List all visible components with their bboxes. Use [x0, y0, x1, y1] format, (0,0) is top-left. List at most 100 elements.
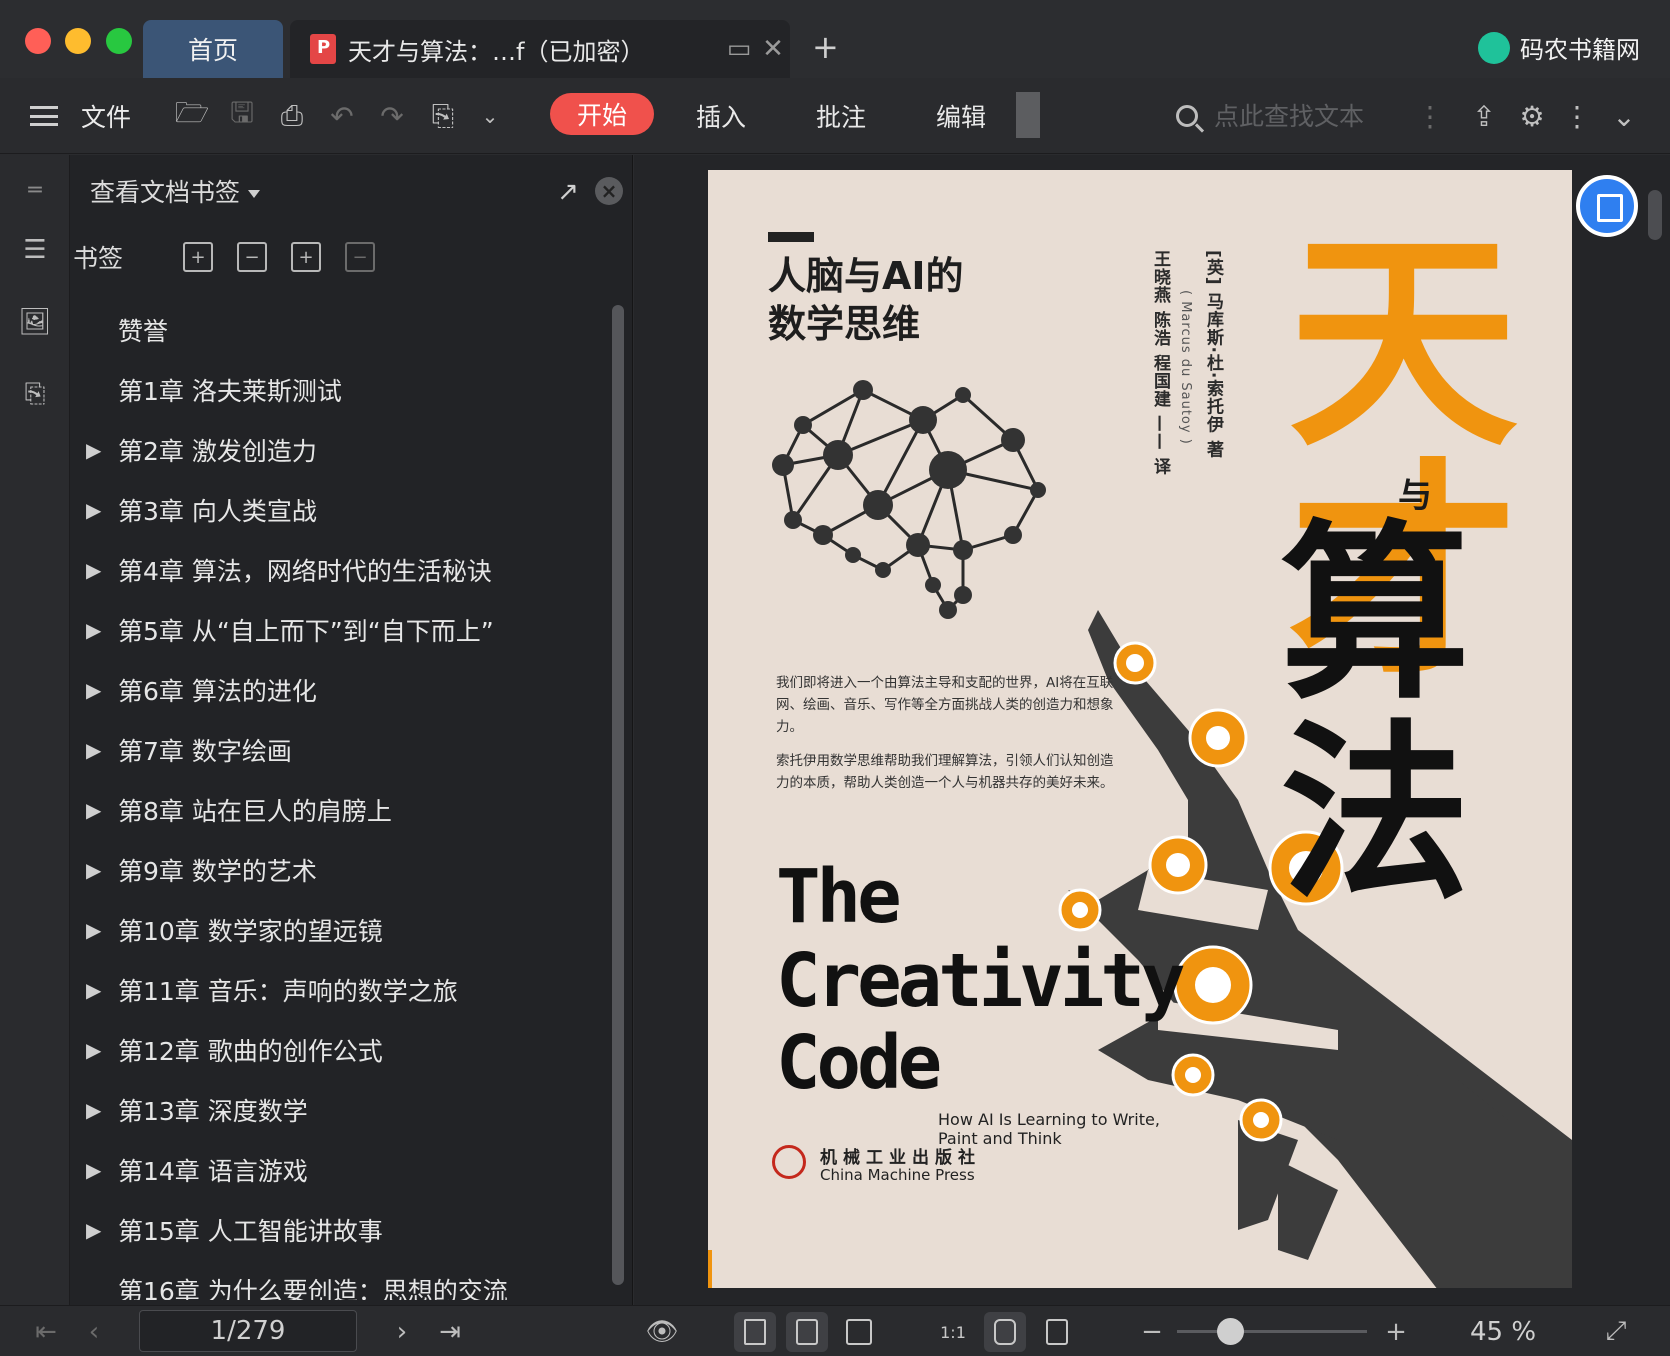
expand-arrow-icon[interactable]: ▶ [70, 798, 118, 822]
close-tab-icon[interactable]: ✕ [756, 34, 790, 64]
bookmark-item[interactable]: ▶ 第13章 深度数学 [70, 1080, 605, 1140]
bookmark-item[interactable]: ▶ 第9章 数学的艺术 [70, 840, 605, 900]
export-button[interactable]: ⎘ [422, 78, 464, 154]
last-page-button[interactable]: ⇥ [432, 1306, 468, 1356]
cover-author: [英] 马库斯·杜·索托伊 著 [1203, 250, 1223, 459]
expand-arrow-icon[interactable]: ▶ [70, 498, 118, 522]
tab-start[interactable]: 开始 [550, 93, 654, 135]
rail-thumbnails-button[interactable]: 🖼 [0, 297, 70, 347]
expand-arrow-icon[interactable]: ▶ [70, 738, 118, 762]
bookmark-item[interactable]: ▶ 第6章 算法的进化 [70, 660, 605, 720]
bookmark-item[interactable]: ▶ 第7章 数字绘画 [70, 720, 605, 780]
toolbar-overflow-handle[interactable] [1016, 92, 1040, 138]
bookmark-item[interactable]: ▶ 第11章 音乐：声响的数学之旅 [70, 960, 605, 1020]
bookmark-item[interactable]: ▶ 第15章 人工智能讲故事 [70, 1200, 605, 1260]
search-input[interactable] [1214, 101, 1394, 131]
brand-name: 码农书籍网 [1520, 36, 1640, 64]
settings-button[interactable]: ⚙ [1512, 78, 1552, 154]
tab-edit[interactable]: 编辑 [936, 78, 986, 154]
tab-annotate[interactable]: 批注 [816, 78, 866, 154]
zoom-in-button[interactable]: + [1378, 1306, 1414, 1356]
expand-arrow-icon[interactable]: ▶ [70, 1218, 118, 1242]
first-page-button[interactable]: ⇤ [28, 1306, 64, 1356]
bookmark-item[interactable]: 第1章 洛夫莱斯测试 [70, 360, 605, 420]
expand-arrow-icon[interactable]: ▶ [70, 558, 118, 582]
next-page-button[interactable]: › [384, 1306, 420, 1356]
collapse-toolbar-button[interactable]: ⌄ [1604, 78, 1644, 154]
image-icon: 🖼 [18, 307, 52, 337]
more-options-button[interactable]: ⋮ [1562, 78, 1592, 154]
search-box[interactable] [1176, 78, 1394, 154]
zoom-slider-handle[interactable] [1217, 1318, 1244, 1345]
file-menu[interactable]: 文件 [76, 78, 136, 154]
rail-collapse-button[interactable]: ═ [0, 165, 70, 215]
bookmark-item[interactable]: ▶ 第3章 向人类宣战 [70, 480, 605, 540]
document-view[interactable]: 人脑与AI的 数学思维 天才 与 算法 [英] 马库斯·杜·索托伊 著 (Ma… [634, 155, 1670, 1305]
expand-arrow-icon[interactable]: ▶ [70, 678, 118, 702]
bookmark-item[interactable]: ▶ 第4章 算法，网络时代的生活秘诀 [70, 540, 605, 600]
prev-page-button[interactable]: ‹ [76, 1306, 112, 1356]
close-panel-icon[interactable]: × [595, 177, 623, 205]
continuous-view-button[interactable] [734, 1312, 776, 1352]
bookmark-item[interactable]: ▶ 第2章 激发创造力 [70, 420, 605, 480]
expand-arrow-icon[interactable]: ▶ [70, 1158, 118, 1182]
eye-care-button[interactable]: 👁 [640, 1306, 684, 1356]
bookmark-item[interactable]: ▶ 第12章 歌曲的创作公式 [70, 1020, 605, 1080]
tab-insert[interactable]: 插入 [696, 78, 746, 154]
zoom-window-button[interactable] [106, 28, 132, 54]
convert-floating-button[interactable] [1576, 175, 1638, 237]
plus-icon: + [1385, 1316, 1407, 1347]
pop-out-icon[interactable]: ↗ [557, 177, 579, 207]
pdf-page[interactable]: 人脑与AI的 数学思维 天才 与 算法 [英] 马库斯·杜·索托伊 著 (Ma… [708, 170, 1572, 1288]
actual-size-button[interactable]: 1:1 [932, 1312, 974, 1352]
fit-page-button[interactable] [984, 1312, 1026, 1352]
zoom-slider[interactable] [1177, 1330, 1367, 1333]
save-button[interactable]: 🖫 [222, 78, 262, 154]
expand-all-icon[interactable]: + [183, 242, 213, 272]
bookmark-item[interactable]: ▶ 第14章 语言游戏 [70, 1140, 605, 1200]
expand-arrow-icon[interactable]: ▶ [70, 918, 118, 942]
tab-document[interactable]: 天才与算法：…f（已加密） ▭ ✕ [290, 20, 790, 78]
share-button[interactable]: ⇪ [1464, 78, 1504, 154]
close-window-button[interactable] [25, 28, 51, 54]
panel-title-dropdown[interactable]: 查看文档书签 [90, 173, 261, 209]
rail-annotations-button[interactable]: ⎘ [0, 369, 70, 419]
redo-button[interactable]: ↷ [372, 78, 412, 154]
new-tab-button[interactable]: + [812, 28, 839, 66]
bookmark-scroll-thumb[interactable] [612, 305, 624, 1285]
collapse-all-icon[interactable]: − [237, 242, 267, 272]
expand-arrow-icon[interactable]: ▶ [70, 438, 118, 462]
delete-bookmark-icon[interactable]: − [345, 242, 375, 272]
menu-button[interactable] [26, 78, 62, 154]
zoom-out-button[interactable]: − [1134, 1306, 1170, 1356]
bookmark-item[interactable]: 第16章 为什么要创造：思想的交流 [70, 1260, 605, 1300]
bookmark-item[interactable]: ▶ 第10章 数学家的望远镜 [70, 900, 605, 960]
brand: 码农书籍网 [1478, 30, 1640, 65]
expand-arrow-icon[interactable]: ▶ [70, 978, 118, 1002]
screen-icon[interactable]: ▭ [722, 34, 756, 64]
expand-arrow-icon[interactable]: ▶ [70, 618, 118, 642]
bookmark-item[interactable]: 赞誉 [70, 300, 605, 360]
print-button[interactable]: ⎙ [272, 78, 312, 154]
fullscreen-button[interactable]: ⤢ [1596, 1306, 1636, 1356]
more-dropdown-button[interactable]: ⌄ [472, 78, 508, 154]
minimize-window-button[interactable] [65, 28, 91, 54]
document-scroll-thumb[interactable] [1648, 190, 1662, 240]
undo-button[interactable]: ↶ [322, 78, 362, 154]
page-number-input[interactable] [139, 1310, 357, 1352]
printer-icon: ⎙ [280, 99, 304, 132]
tab-home[interactable]: 首页 [143, 20, 283, 78]
open-folder-button[interactable]: 🗁 [172, 78, 212, 154]
two-page-view-button[interactable] [838, 1312, 880, 1352]
single-page-view-button[interactable] [786, 1312, 828, 1352]
rail-bookmarks-button[interactable]: ☰ [0, 225, 70, 275]
fit-width-button[interactable] [1036, 1312, 1078, 1352]
zoom-level[interactable]: 45 % [1470, 1306, 1536, 1356]
bookmark-item[interactable]: ▶ 第8章 站在巨人的肩膀上 [70, 780, 605, 840]
add-bookmark-icon[interactable]: + [291, 242, 321, 272]
expand-arrow-icon[interactable]: ▶ [70, 1038, 118, 1062]
expand-arrow-icon[interactable]: ▶ [70, 1098, 118, 1122]
bookmark-item[interactable]: ▶ 第5章 从“自上而下”到“自下而上” [70, 600, 605, 660]
bookmark-scrollbar[interactable] [610, 305, 626, 1295]
expand-arrow-icon[interactable]: ▶ [70, 858, 118, 882]
